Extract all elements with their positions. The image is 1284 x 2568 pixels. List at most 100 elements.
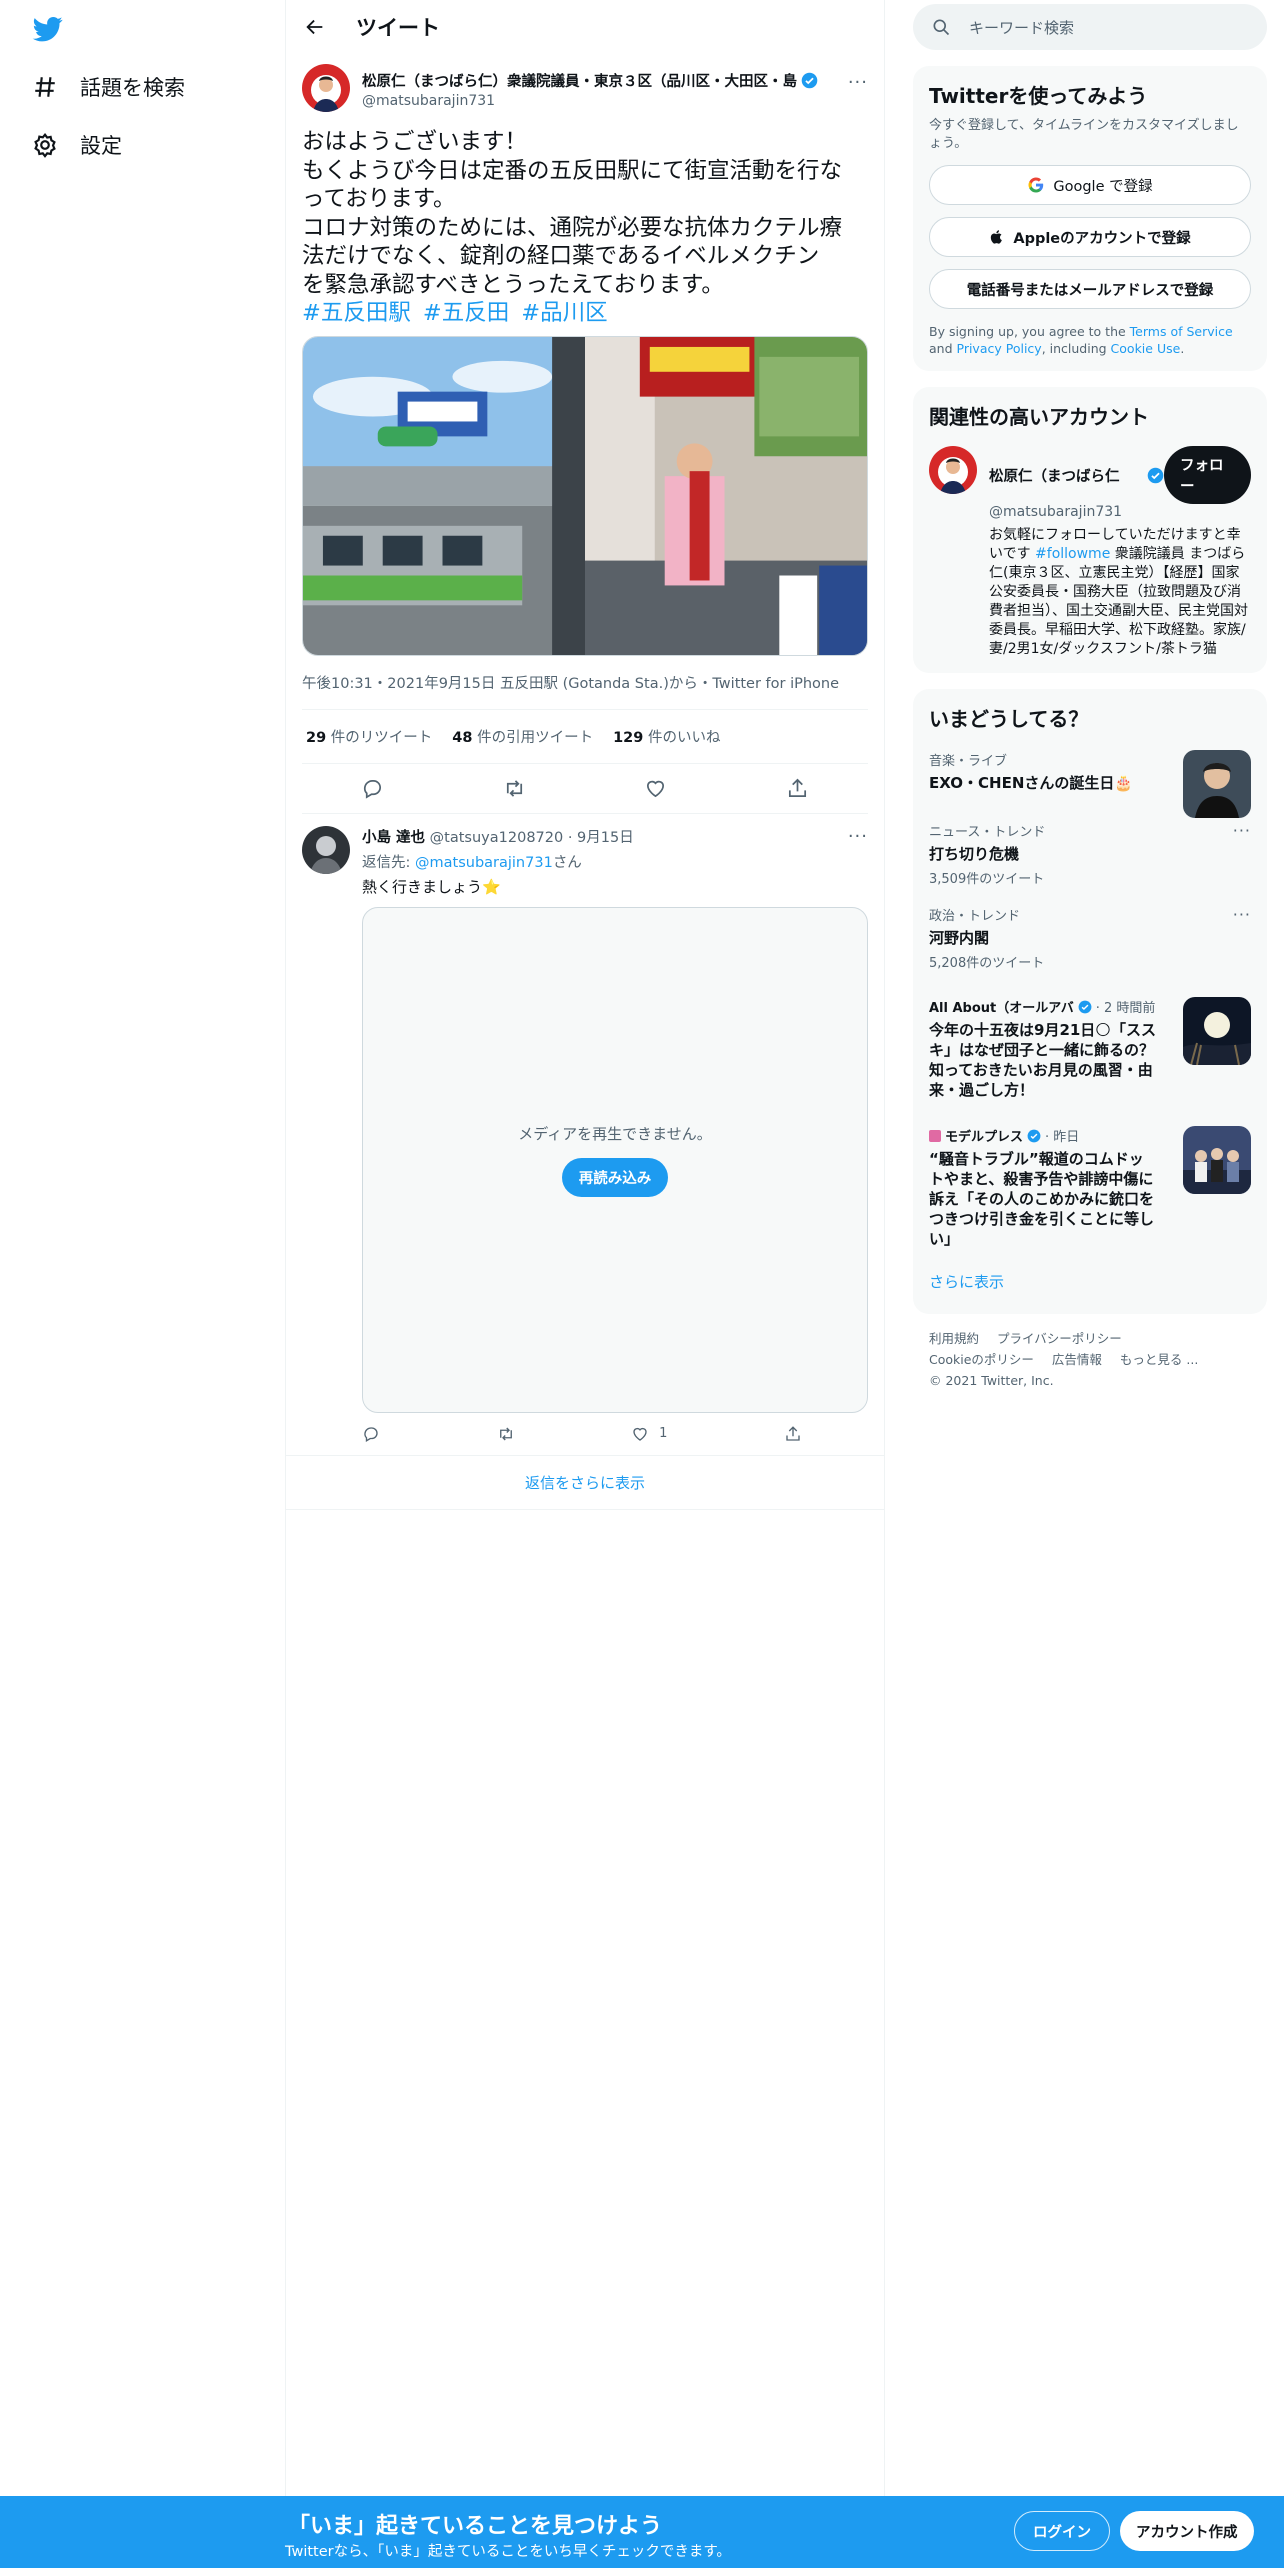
bottom-bar-subtitle: Twitterなら、「いま」起きていることをいち早くチェックできます。: [285, 2544, 731, 2560]
tweet-stats: 29 件のリツイート 48 件の引用ツイート 129 件のいいね: [302, 710, 868, 764]
reply-share-button[interactable]: [784, 1425, 802, 1443]
hashtag-link[interactable]: #五反田: [423, 299, 509, 328]
reply-icon[interactable]: [361, 777, 384, 800]
apple-signup-button[interactable]: Appleのアカウントで登録: [929, 217, 1251, 257]
terms-and: and: [929, 341, 957, 356]
reply-retweet-button[interactable]: [497, 1425, 515, 1443]
like-icon: [633, 1427, 647, 1441]
search-input[interactable]: キーワード検索: [913, 4, 1267, 50]
hashtag-link[interactable]: #品川区: [521, 299, 607, 328]
share-icon[interactable]: [786, 777, 809, 800]
news-thumbnail: [1183, 1126, 1251, 1194]
media-photo-station[interactable]: [303, 336, 585, 655]
privacy-policy-link[interactable]: Privacy Policy: [957, 341, 1042, 356]
trend-more-icon[interactable]: ···: [1233, 821, 1251, 840]
reply-icon: [364, 1426, 378, 1442]
footer-links: 利用規約 プライバシーポリシー Cookieのポリシー 広告情報 もっと見る .…: [913, 1328, 1267, 1391]
related-handle[interactable]: @matsubarajin731: [989, 504, 1251, 520]
signup-card: Twitterを使ってみよう 今すぐ登録して、タイムラインをカスタマイズしましょ…: [913, 66, 1267, 371]
trend-news-item[interactable]: モデルプレス · 昨日 “騒音トラブル”報道のコムドットやまと、殺害予告や誹謗中…: [929, 1126, 1251, 1249]
nav-settings[interactable]: 設定: [32, 130, 122, 160]
tweet-line: っております。: [302, 186, 456, 212]
verified-badge-icon: [1078, 1000, 1092, 1013]
create-account-button[interactable]: アカウント作成: [1120, 2511, 1254, 2551]
terms-of-service-link[interactable]: Terms of Service: [1130, 324, 1233, 339]
page-header: ツイート: [286, 0, 884, 54]
cookie-use-link[interactable]: Cookie Use: [1111, 341, 1181, 356]
news-time: · 2 時間前: [1095, 1001, 1156, 1016]
right-sidebar: キーワード検索 Twitterを使ってみよう 今すぐ登録して、タイムラインをカス…: [913, 0, 1267, 1391]
quotes-count: 48: [452, 729, 473, 746]
trend-item[interactable]: 政治・トレンド 河野内閣 5,208件のツイート ···: [929, 905, 1251, 971]
reply-to-handle[interactable]: @matsubarajin731: [415, 855, 553, 871]
footer-link[interactable]: 利用規約: [929, 1331, 979, 1346]
main-column: ツイート 松原仁（まつばら仁）衆議院議員・東京３区（品川区・大田区・島 @mat…: [285, 0, 885, 2496]
footer-link[interactable]: 広告情報: [1052, 1352, 1102, 1367]
nav-settings-label: 設定: [80, 134, 122, 158]
more-options-icon[interactable]: ···: [848, 72, 868, 93]
verified-badge-icon: [1147, 467, 1164, 483]
trends-title: いまどうしてる？: [929, 707, 1089, 731]
reply-author-name[interactable]: 小島 達也: [362, 830, 425, 846]
twitter-logo-icon[interactable]: [30, 14, 66, 44]
terms-mid: , including: [1041, 341, 1111, 356]
related-bio-hashtag[interactable]: #followme: [1035, 546, 1110, 562]
reload-button[interactable]: 再読み込み: [561, 1157, 669, 1197]
back-arrow-icon[interactable]: [304, 16, 326, 38]
related-name[interactable]: 松原仁（まつばら仁: [989, 465, 1143, 486]
media-photo-speech[interactable]: [585, 336, 867, 655]
retweet-icon[interactable]: [503, 777, 526, 800]
trend-count: 3,509件のツイート: [929, 872, 1045, 887]
footer-link[interactable]: Cookieのポリシー: [929, 1352, 1034, 1367]
quotes-label: 件の引用ツイート: [477, 729, 594, 746]
terms-text: By signing up, you agree to the Terms of…: [929, 323, 1251, 357]
hashtag-link[interactable]: #五反田駅: [302, 299, 411, 328]
trends-card: いまどうしてる？ 音楽・ライブ EXO・CHENさんの誕生日🎂 ニュース・トレン…: [913, 689, 1267, 1314]
retweets-stat[interactable]: 29 件のリツイート: [306, 726, 432, 747]
reply-like-count: 1: [659, 1426, 668, 1441]
reply-like-button[interactable]: 1: [631, 1425, 667, 1443]
quotes-stat[interactable]: 48 件の引用ツイート: [452, 726, 593, 747]
reply-more-options-icon[interactable]: ···: [848, 826, 868, 847]
footer-link[interactable]: プライバシーポリシー: [997, 1331, 1122, 1346]
terms-end: .: [1180, 341, 1185, 356]
verified-badge-icon: [1027, 1129, 1041, 1142]
tweet-line: おはようございます！: [302, 129, 528, 155]
follow-button[interactable]: フォロー: [1164, 446, 1251, 504]
show-more-trends-link[interactable]: さらに表示: [929, 1271, 1251, 1292]
verified-badge-icon: [801, 72, 818, 89]
news-source: モデルプレス: [945, 1130, 1024, 1145]
retweets-label: 件のリツイート: [330, 729, 433, 746]
tweet-text: おはようございます！ もくようび今日は定番の五反田駅にて街宣活動を行な っており…: [302, 128, 872, 328]
reply-meta[interactable]: @tatsuya1208720 · 9月15日: [430, 830, 634, 846]
reply-avatar[interactable]: [302, 825, 350, 874]
tweet-line: コロナ対策のためには、通院が必要な抗体カクテル療: [302, 214, 843, 241]
author-handle[interactable]: @matsubarajin731: [362, 93, 868, 109]
like-icon[interactable]: [644, 777, 667, 800]
news-source-icon: [929, 1129, 941, 1142]
google-signup-button[interactable]: Google で登録: [929, 165, 1251, 205]
tweet-line: 法だけでなく、錠剤の経口薬であるイベルメクチン: [302, 243, 820, 269]
related-avatar[interactable]: [929, 446, 977, 494]
trend-more-icon[interactable]: ···: [1233, 905, 1251, 924]
trend-news-item[interactable]: All About（オールアバ · 2 時間前 今年の十五夜は9月21日🌕「スス…: [929, 997, 1251, 1100]
related-account[interactable]: 松原仁（まつばら仁 フォロー @matsubarajin731 お気軽にフォロー…: [929, 446, 1251, 659]
likes-stat[interactable]: 129 件のいいね: [613, 726, 720, 747]
login-button[interactable]: ログイン: [1014, 2511, 1110, 2551]
trend-item[interactable]: 音楽・ライブ EXO・CHENさんの誕生日🎂: [929, 750, 1251, 818]
author-avatar[interactable]: [302, 64, 350, 112]
bottom-signup-bar: 「いま」起きていることを見つけよう Twitterなら、「いま」起きていることを…: [0, 2496, 1284, 2568]
reply-reply-button[interactable]: [362, 1425, 380, 1443]
signup-card-subtitle: 今すぐ登録して、タイムラインをカスタマイズしましょう。: [929, 118, 1239, 151]
footer-link[interactable]: もっと見る ...: [1120, 1352, 1198, 1367]
phone-email-signup-button[interactable]: 電話番号またはメールアドレスで登録: [929, 269, 1251, 309]
video-player: メディアを再生できません。 再読み込み: [362, 906, 868, 1413]
tweet-timestamp[interactable]: 午後10:31・2021年9月15日 五反田駅 (Gotanda Sta.)から…: [302, 672, 868, 710]
nav-explore[interactable]: 話題を検索: [32, 72, 185, 102]
trend-title: 河野内閣: [929, 929, 990, 947]
reply-tweet[interactable]: 小島 達也 @tatsuya1208720 · 9月15日 返信先: @mats…: [286, 814, 884, 1456]
trend-item[interactable]: ニュース・トレンド 打ち切り危機 3,509件のツイート ···: [929, 821, 1251, 887]
author-name[interactable]: 松原仁（まつばら仁）衆議院議員・東京３区（品川区・大田区・島: [362, 70, 797, 91]
show-more-replies-link[interactable]: 返信をさらに表示: [286, 1456, 884, 1510]
left-sidebar: 話題を検索 設定: [0, 0, 285, 2496]
